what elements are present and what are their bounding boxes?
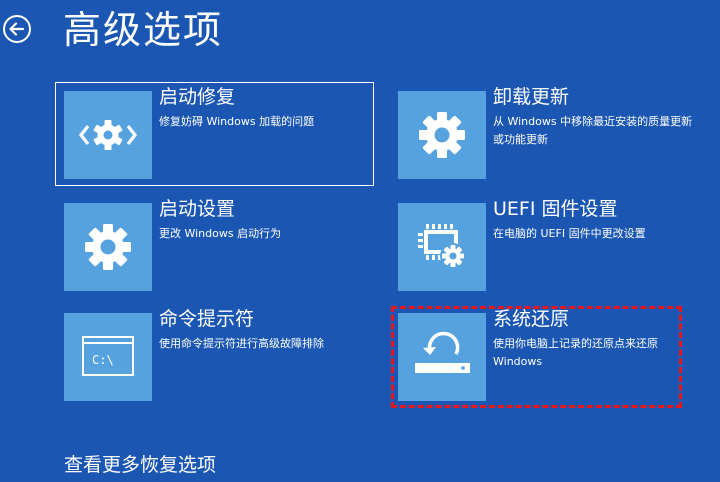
option-description: 使用命令提示符进行高级故障排除 — [159, 337, 324, 350]
option-description: 在电脑的 UEFI 固件中更改设置 — [493, 227, 646, 240]
option-title: 启动设置 — [159, 198, 236, 220]
option-tile — [64, 203, 152, 291]
chip-gear-icon — [418, 224, 466, 269]
option-description: 更改 Windows 启动行为 — [159, 227, 282, 240]
option-tile — [398, 313, 486, 401]
option-title: 系统还原 — [493, 308, 570, 330]
option-title: 启动修复 — [159, 86, 236, 108]
gear-icon — [85, 224, 131, 270]
option-title: 卸载更新 — [493, 86, 570, 108]
back-button[interactable] — [2, 14, 32, 44]
command-prompt-icon: C:\ — [82, 336, 134, 376]
system-restore-icon — [415, 331, 470, 373]
page-title: 高级选项 — [63, 8, 224, 52]
option-description: 使用你电脑上记录的还原点来还原 Windows — [493, 337, 658, 368]
option-tile — [398, 203, 486, 291]
gear-icon — [419, 112, 465, 158]
option-tile: C:\ — [64, 313, 152, 401]
command-prompt-icon-text: C:\ — [92, 353, 114, 367]
option-title: UEFI 固件设置 — [493, 198, 618, 220]
more-recovery-options-link[interactable]: 查看更多恢复选项 — [64, 452, 216, 478]
back-arrow-icon — [3, 15, 31, 43]
option-description: 修复妨碍 Windows 加载的问题 — [159, 115, 315, 128]
option-description: 从 Windows 中移除最近安装的质量更新或功能更新 — [493, 115, 693, 146]
option-tile — [398, 91, 486, 179]
code-gear-icon — [78, 120, 138, 150]
option-title: 命令提示符 — [159, 308, 255, 330]
option-tile — [64, 91, 152, 179]
